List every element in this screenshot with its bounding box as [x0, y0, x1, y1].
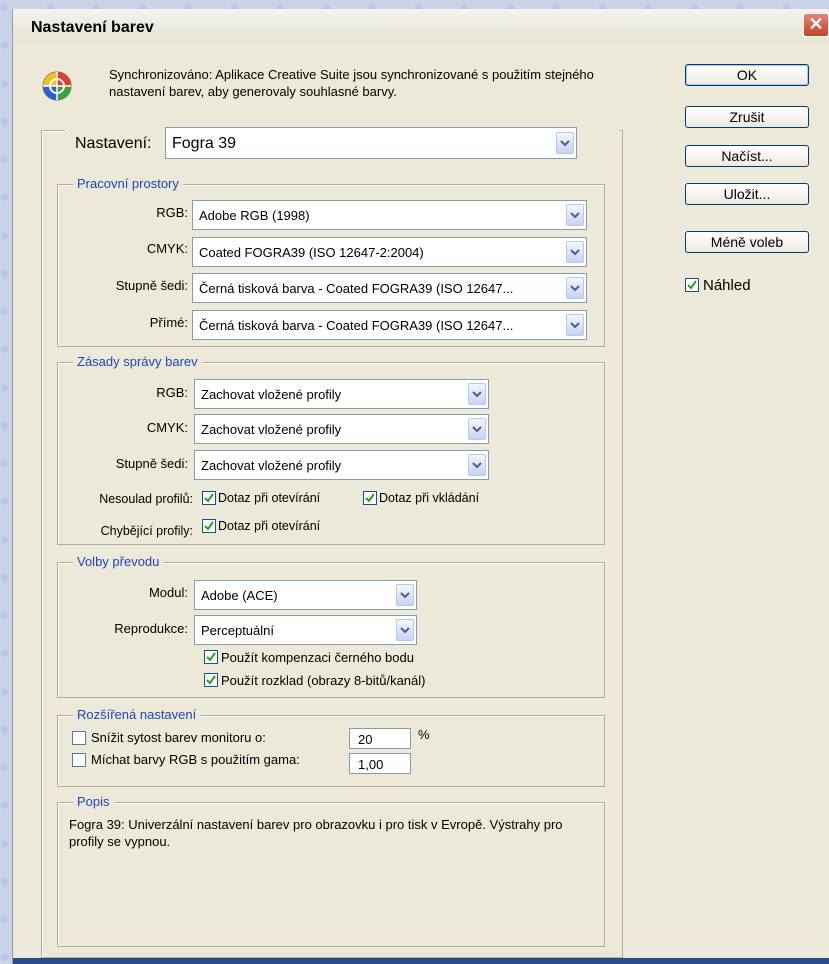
ws-cmyk-label: CMYK:: [146, 241, 188, 256]
checkmark-icon: [206, 652, 216, 662]
chevron-down-icon: [566, 314, 584, 336]
policy-gray-label: Stupně šedi:: [115, 456, 188, 471]
policy-rgb-select[interactable]: Zachovat vložené profily: [194, 379, 489, 409]
settings-select[interactable]: Fogra 39: [165, 127, 577, 159]
mismatch-ask-paste-label: Dotaz při vkládání: [379, 491, 480, 505]
description-text: Fogra 39: Univerzální nastavení barev pr…: [69, 817, 563, 849]
ws-spot-select[interactable]: Černá tisková barva - Coated FOGRA39 (IS…: [192, 310, 587, 340]
advanced-settings-legend: Rozšířená nastavení: [73, 707, 201, 722]
checkmark-icon: [206, 675, 216, 685]
dither-label: Použít rozklad (obrazy 8-bitů/kanál): [221, 673, 426, 688]
ws-gray-select[interactable]: Černá tisková barva - Coated FOGRA39 (IS…: [192, 273, 587, 303]
close-icon: ✕: [808, 14, 824, 34]
checkmark-icon: [204, 493, 214, 503]
color-policies-legend: Zásady správy barev: [73, 354, 202, 369]
chevron-down-icon: [566, 204, 584, 226]
chevron-down-icon: [396, 619, 414, 641]
ws-gray-label: Stupně šedi:: [115, 278, 188, 293]
taskbar-strip: [13, 958, 829, 964]
ws-cmyk-select[interactable]: Coated FOGRA39 (ISO 12647-2:2004): [192, 237, 587, 267]
profile-mismatch-label: Nesoulad profilů:: [99, 492, 193, 506]
preview-checkbox[interactable]: [685, 278, 699, 292]
black-point-compensation-checkbox[interactable]: [204, 650, 218, 664]
desaturate-label: Snížit sytost barev monitoru o:: [91, 730, 266, 745]
missing-ask-open-checkbox[interactable]: [202, 519, 216, 533]
mismatch-ask-open-label: Dotaz při otevírání: [218, 491, 321, 505]
checkmark-icon: [365, 493, 375, 503]
checkmark-icon: [204, 521, 214, 531]
policy-rgb-label: RGB:: [156, 385, 188, 400]
missing-profiles-label: Chybějící profily:: [100, 524, 193, 538]
sync-status-text: Synchronizováno: Aplikace Creative Suite…: [109, 67, 594, 99]
close-button[interactable]: ✕: [803, 13, 829, 37]
dialog-title: Nastavení barev: [31, 19, 154, 36]
missing-ask-open-label: Dotaz při otevírání: [218, 519, 321, 533]
dither-checkbox[interactable]: [204, 673, 218, 687]
conversion-options-legend: Volby převodu: [73, 554, 164, 569]
description-legend: Popis: [73, 794, 114, 809]
fewer-options-button[interactable]: Méně voleb: [685, 231, 809, 253]
chevron-down-icon: [566, 241, 584, 263]
percent-label: %: [418, 727, 430, 742]
desaturate-checkbox[interactable]: [72, 731, 86, 745]
chevron-down-icon: [556, 132, 574, 154]
chevron-down-icon: [468, 454, 486, 476]
chevron-down-icon: [566, 277, 584, 299]
policy-cmyk-select[interactable]: Zachovat vložené profily: [194, 414, 489, 444]
blend-gamma-checkbox[interactable]: [72, 753, 86, 767]
ws-rgb-select[interactable]: Adobe RGB (1998): [192, 200, 587, 230]
black-point-compensation-label: Použít kompenzaci černého bodu: [221, 650, 414, 665]
desaturate-input[interactable]: 20: [349, 728, 411, 749]
working-spaces-legend: Pracovní prostory: [73, 176, 183, 191]
title-bar: Nastavení barev ✕: [13, 9, 829, 43]
mismatch-ask-paste-checkbox[interactable]: [363, 491, 377, 505]
policy-cmyk-label: CMYK:: [146, 420, 188, 435]
save-button[interactable]: Uložit...: [685, 183, 809, 205]
chevron-down-icon: [468, 418, 486, 440]
color-wheel-icon: [42, 71, 72, 101]
blend-gamma-label: Míchat barvy RGB s použitím gama:: [91, 752, 300, 767]
intent-select[interactable]: Perceptuální: [194, 615, 417, 645]
engine-label: Modul:: [148, 585, 188, 600]
policy-gray-select[interactable]: Zachovat vložené profily: [194, 450, 489, 480]
color-settings-dialog: Nastavení barev ✕ Synchronizováno: Aplik…: [12, 9, 829, 964]
ws-rgb-label: RGB:: [156, 205, 188, 220]
cancel-button[interactable]: Zrušit: [685, 106, 809, 128]
checkmark-icon: [687, 280, 697, 290]
preview-label: Náhled: [703, 277, 751, 294]
ws-spot-label: Přímé:: [149, 315, 188, 330]
intent-label: Reprodukce:: [114, 621, 188, 636]
settings-label: Nastavení:: [75, 135, 152, 152]
ok-button[interactable]: OK: [685, 64, 809, 86]
chevron-down-icon: [468, 383, 486, 405]
blend-gamma-input[interactable]: 1,00: [349, 753, 411, 774]
engine-select[interactable]: Adobe (ACE): [194, 580, 417, 610]
chevron-down-icon: [396, 584, 414, 606]
load-button[interactable]: Načíst...: [685, 145, 809, 167]
mismatch-ask-open-checkbox[interactable]: [202, 491, 216, 505]
advanced-settings-group: [57, 715, 605, 787]
